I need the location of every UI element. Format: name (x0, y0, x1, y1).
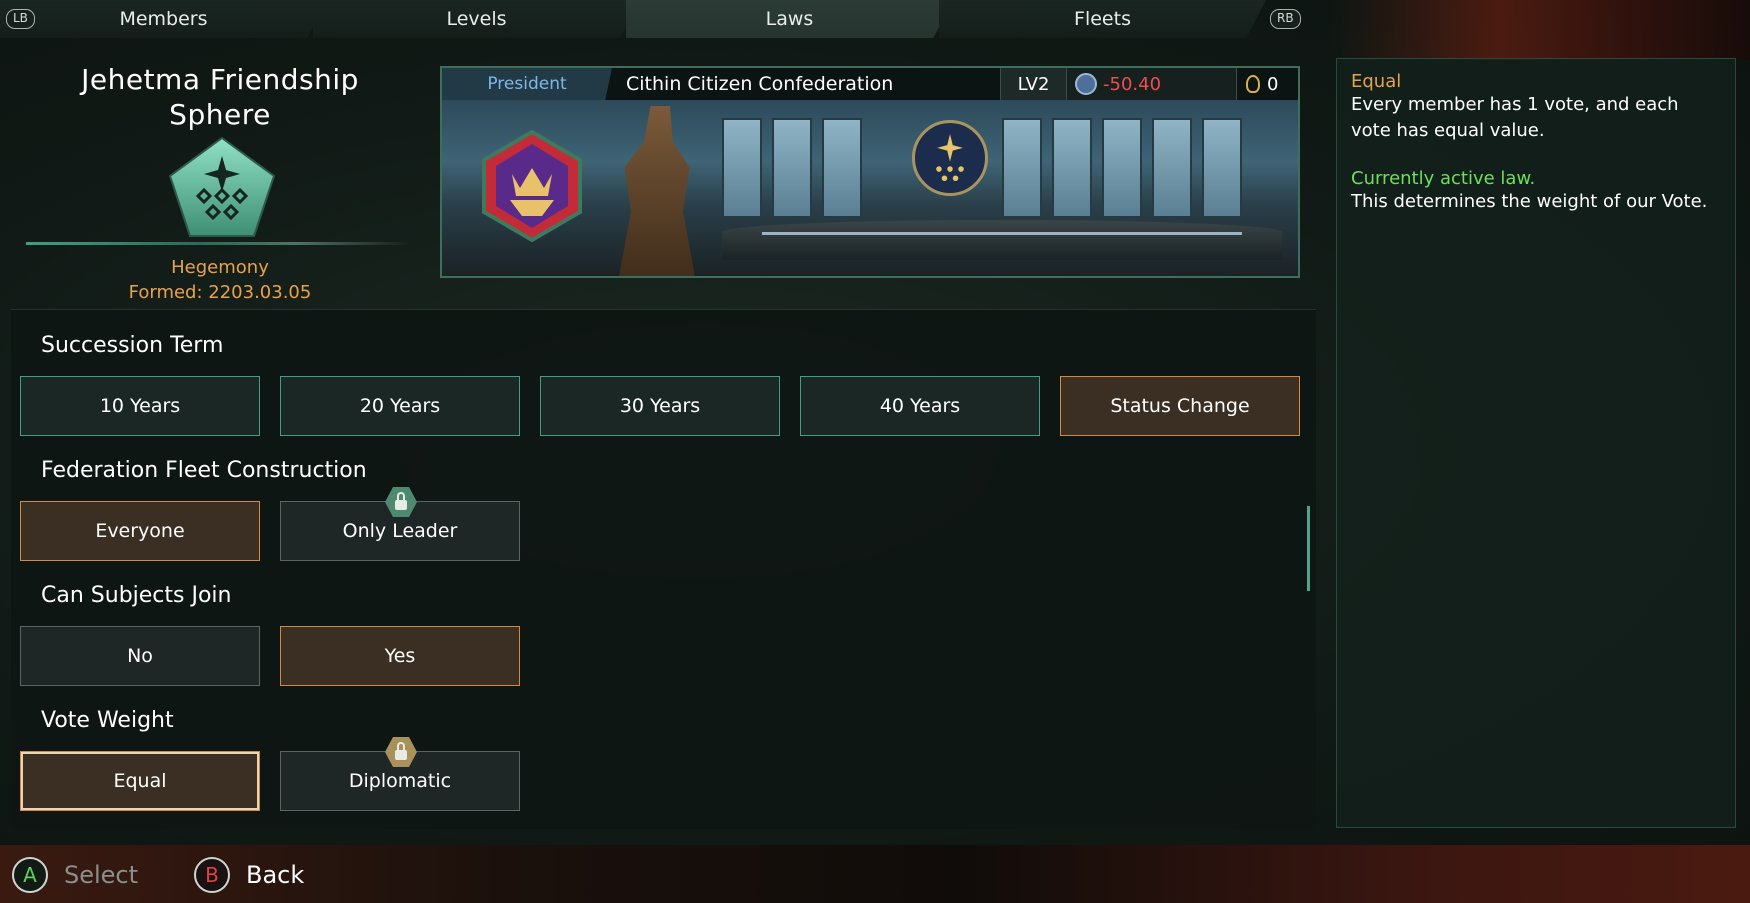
council-seal-icon (912, 120, 988, 196)
federation-name-line1: Jehetma Friendship (81, 63, 359, 96)
vote-option-diplomatic-label: Diplomatic (348, 770, 452, 792)
law-description-panel: Equal Every member has 1 vote, and each … (1336, 58, 1736, 828)
law-title-subjects-join: Can Subjects Join (41, 583, 232, 608)
lock-icon (385, 737, 417, 767)
president-bar: President Cithin Citizen Confederation L… (442, 68, 1298, 100)
vote-option-diplomatic[interactable]: Diplomatic (280, 737, 520, 811)
fleet-option-only-leader-label: Only Leader (342, 520, 458, 542)
succession-option-40-years[interactable]: 40 Years (800, 376, 1040, 436)
succession-option-30-years[interactable]: 30 Years (540, 376, 780, 436)
law-description-title: Equal (1351, 71, 1402, 92)
tab-fleets[interactable]: Fleets (939, 0, 1266, 38)
lb-button[interactable]: LB (6, 9, 35, 29)
tab-bar: Members Levels Laws Fleets (0, 0, 1750, 38)
federation-type: Hegemony (171, 257, 269, 278)
tab-members[interactable]: Members (0, 0, 327, 38)
succession-option-10-years[interactable]: 10 Years (20, 376, 260, 436)
medals-value: 0 (1236, 68, 1298, 100)
laws-scrollbar[interactable] (1307, 506, 1310, 591)
tab-levels[interactable]: Levels (313, 0, 640, 38)
law-description-text: Every member has 1 vote, and each vote h… (1351, 94, 1679, 141)
influence-value: -50.40 (1066, 68, 1236, 100)
council-chamber-image (442, 100, 1298, 276)
president-empire-emblem-icon (482, 130, 582, 242)
succession-option-status-change[interactable]: Status Change (1060, 376, 1300, 436)
medals-amount: 0 (1267, 73, 1279, 95)
president-banner: President Cithin Citizen Confederation L… (440, 66, 1300, 278)
president-name: Cithin Citizen Confederation (626, 73, 894, 95)
succession-option-20-years[interactable]: 20 Years (280, 376, 520, 436)
select-prompt[interactable]: A Select (12, 857, 138, 893)
select-label: Select (64, 861, 139, 889)
law-title-vote-weight: Vote Weight (41, 708, 174, 733)
vote-option-equal[interactable]: Equal (20, 751, 260, 811)
fleet-option-only-leader[interactable]: Only Leader (280, 487, 520, 561)
law-title-succession: Succession Term (41, 333, 224, 358)
active-law-indicator: Currently active law. (1351, 168, 1536, 189)
federation-formed-date: Formed: 2203.03.05 (128, 282, 312, 303)
a-button-icon: A (12, 857, 48, 893)
subjects-option-no[interactable]: No (20, 626, 260, 686)
header-divider (26, 242, 410, 245)
back-label: Back (246, 861, 305, 889)
law-explanation: This determines the weight of our Vote. (1351, 191, 1708, 212)
influence-amount: -50.40 (1103, 73, 1162, 95)
subjects-option-yes[interactable]: Yes (280, 626, 520, 686)
federation-pentagon-icon (168, 136, 276, 237)
federation-level: LV2 (1000, 68, 1066, 100)
federation-name: Jehetma Friendship Sphere (30, 62, 410, 132)
president-label: President (442, 68, 612, 100)
influence-icon (1075, 73, 1097, 95)
tab-laws[interactable]: Laws (626, 0, 953, 38)
federation-name-line2: Sphere (169, 98, 271, 131)
button-prompt-footer: A Select B Back (0, 854, 1750, 903)
rb-button[interactable]: RB (1270, 9, 1301, 29)
lock-icon (385, 487, 417, 517)
fleet-option-everyone[interactable]: Everyone (20, 501, 260, 561)
president-species-portrait (618, 106, 696, 276)
back-prompt[interactable]: B Back (194, 857, 304, 893)
law-title-fleet-construction: Federation Fleet Construction (41, 458, 367, 483)
medal-icon (1246, 75, 1260, 93)
laws-panel: Succession Term 10 Years 20 Years 30 Yea… (11, 309, 1316, 829)
b-button-icon: B (194, 857, 230, 893)
